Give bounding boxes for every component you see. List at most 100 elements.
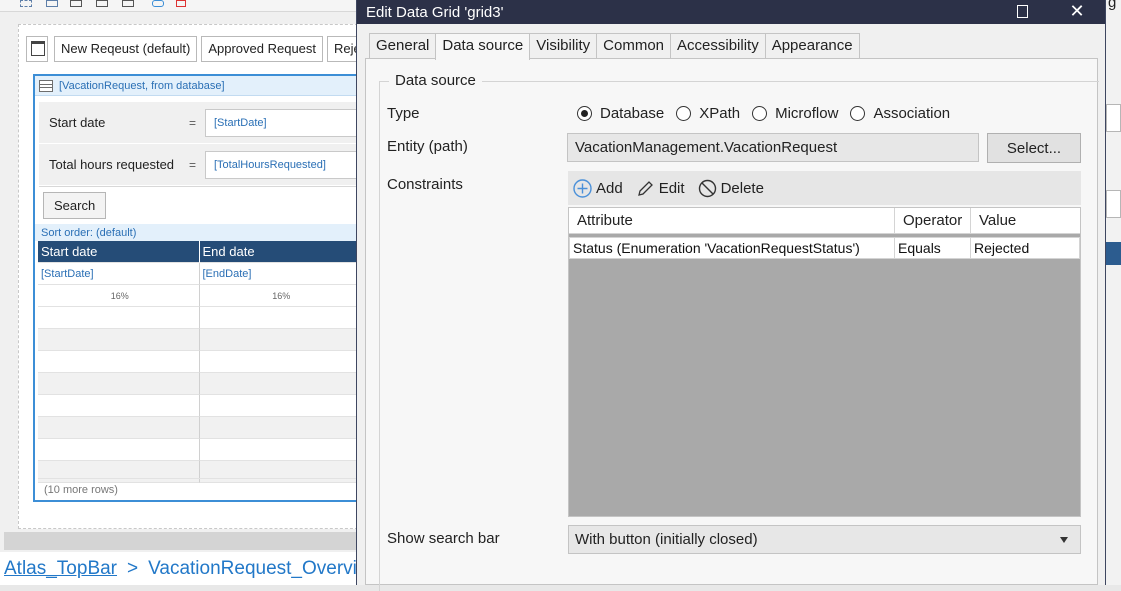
data-grid-icon	[39, 79, 53, 92]
dialog-title: Edit Data Grid 'grid3'	[366, 3, 504, 21]
column-header-attribute[interactable]: Attribute	[569, 208, 895, 233]
search-field-value: [TotalHoursRequested]	[205, 150, 361, 179]
breadcrumb-item-layout[interactable]: Atlas_TopBar	[4, 558, 117, 580]
data-source-panel: Data source Type Database XPath Microflo…	[365, 58, 1099, 591]
select-tool-icon[interactable]	[20, 0, 32, 7]
tab-approved-request[interactable]: Approved Request	[201, 36, 324, 62]
radio-association-label[interactable]: Association	[873, 105, 950, 122]
column-header-operator[interactable]: Operator	[895, 208, 971, 233]
table-row	[38, 351, 361, 373]
grid-column-headers: Start date End date	[38, 241, 361, 263]
column-width: 16%	[38, 285, 200, 307]
dialog-tabs: General Data source Visibility Common Ac…	[369, 33, 860, 60]
tab-appearance[interactable]: Appearance	[764, 33, 860, 59]
breadcrumb-separator: >	[127, 557, 139, 579]
column-header-value[interactable]: Value	[971, 208, 1080, 233]
constraint-attribute: Status (Enumeration 'VacationRequestStat…	[570, 238, 895, 258]
table-cell	[38, 373, 200, 395]
radio-database-label[interactable]: Database	[600, 105, 664, 122]
constraints-table: Attribute Operator Value Status (Enumera…	[568, 207, 1081, 517]
tab-general[interactable]: General	[369, 33, 437, 59]
breadcrumb: Atlas_TopBar > VacationRequest_Overvie	[0, 552, 367, 585]
table-cell	[199, 351, 361, 373]
select-entity-button[interactable]: Select...	[987, 133, 1081, 163]
search-field-start-date[interactable]: Start date = [StartDate]	[39, 102, 361, 144]
table-cell	[199, 439, 361, 461]
widget-tool-icon[interactable]	[96, 0, 108, 7]
sort-order-label: Sort order: (default)	[35, 224, 361, 241]
table-row[interactable]: Status (Enumeration 'VacationRequestStat…	[569, 237, 1080, 259]
delete-constraint-button[interactable]: Delete	[698, 179, 764, 198]
radio-database[interactable]	[577, 106, 592, 121]
add-constraint-label: Add	[596, 179, 623, 197]
add-constraint-button[interactable]: Add	[573, 178, 623, 198]
link-tool-icon[interactable]	[152, 0, 164, 7]
right-edge-field[interactable]	[1106, 190, 1121, 218]
grid-source-header: [VacationRequest, from database]	[35, 76, 361, 96]
right-panel-edge: g	[1106, 0, 1121, 585]
maximize-button[interactable]	[1007, 0, 1037, 22]
binding-start-date[interactable]: [StartDate]	[38, 263, 200, 285]
table-row	[38, 439, 361, 461]
table-cell	[38, 307, 200, 329]
table-cell	[199, 417, 361, 439]
search-bar-dropdown[interactable]: With button (initially closed)	[568, 525, 1081, 554]
breadcrumb-item-page[interactable]: VacationRequest_Overvie	[148, 558, 367, 580]
entity-path-label: Entity (path)	[387, 138, 468, 155]
media-tool-icon[interactable]	[176, 0, 186, 7]
table-cell	[38, 439, 200, 461]
tab-common[interactable]: Common	[596, 33, 672, 59]
table-row	[38, 307, 361, 329]
dialog-title-bar[interactable]: Edit Data Grid 'grid3' ✕	[357, 0, 1105, 24]
tab-visibility[interactable]: Visibility	[529, 33, 598, 59]
type-radio-group: Database XPath Microflow Association	[577, 105, 962, 122]
grid-binding-row: [StartDate] [EndDate]	[38, 263, 361, 285]
close-button[interactable]: ✕	[1062, 0, 1092, 22]
search-field-operator: =	[189, 157, 197, 172]
horizontal-scrollbar[interactable]	[4, 532, 359, 550]
table-row	[38, 373, 361, 395]
search-field-label: Start date	[49, 115, 106, 130]
copy-tool-icon[interactable]	[70, 0, 82, 7]
edit-data-grid-dialog: Edit Data Grid 'grid3' ✕ General Data so…	[356, 0, 1106, 591]
table-cell	[199, 395, 361, 417]
constraint-operator: Equals	[895, 238, 971, 258]
search-field-total-hours[interactable]: Total hours requested = [TotalHoursReque…	[39, 144, 361, 186]
editor-toolbar	[0, 0, 360, 12]
radio-xpath-label[interactable]: XPath	[699, 105, 740, 122]
more-rows-label: (10 more rows)	[38, 478, 363, 500]
search-button[interactable]: Search	[43, 192, 107, 219]
binding-end-date[interactable]: [EndDate]	[199, 263, 361, 285]
constraints-label: Constraints	[387, 176, 463, 193]
chevron-down-icon	[1060, 537, 1068, 543]
data-grid-widget[interactable]: [VacationRequest, from database] Start d…	[33, 74, 363, 502]
right-edge-field[interactable]	[1106, 104, 1121, 132]
tab-container: New Reqeust (default) Approved Request R…	[26, 36, 378, 62]
constraints-table-header: Attribute Operator Value	[569, 208, 1080, 234]
constraint-value: Rejected	[974, 240, 1030, 256]
window-tool-icon[interactable]	[122, 0, 134, 7]
radio-xpath[interactable]	[676, 106, 692, 121]
tab-container-icon	[26, 36, 48, 62]
column-header-start-date[interactable]: Start date	[38, 241, 200, 263]
table-cell	[38, 395, 200, 417]
column-width: 16%	[199, 285, 361, 307]
radio-association[interactable]	[850, 106, 866, 121]
type-label: Type	[387, 105, 420, 122]
entity-path-field[interactable]: VacationManagement.VacationRequest	[567, 133, 979, 162]
search-button-row: Search	[39, 186, 361, 224]
table-cell	[199, 373, 361, 395]
table-cell	[38, 417, 200, 439]
search-field-value: [StartDate]	[205, 108, 361, 137]
column-header-end-date[interactable]: End date	[199, 241, 361, 263]
tab-new-request[interactable]: New Reqeust (default)	[54, 36, 198, 62]
radio-microflow[interactable]	[752, 106, 768, 121]
right-edge-text: g	[1108, 0, 1117, 11]
tab-data-source[interactable]: Data source	[435, 33, 531, 60]
add-icon	[573, 178, 592, 198]
tab-accessibility[interactable]: Accessibility	[670, 33, 766, 59]
grid-width-row: 16% 16%	[38, 285, 361, 307]
edit-constraint-button[interactable]: Edit	[636, 179, 685, 198]
layout-tool-icon[interactable]	[46, 0, 58, 7]
radio-microflow-label[interactable]: Microflow	[775, 105, 838, 122]
